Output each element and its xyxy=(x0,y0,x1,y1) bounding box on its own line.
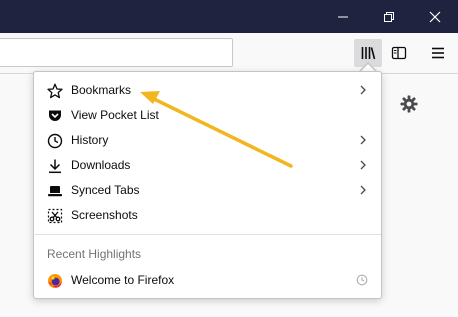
sidebar-icon xyxy=(391,46,407,60)
title-bar xyxy=(0,0,458,33)
menu-item-label: Welcome to Firefox xyxy=(71,273,175,287)
menu-item-label: Screenshots xyxy=(71,208,138,222)
hamburger-menu-icon xyxy=(432,47,444,59)
menu-item-screenshots[interactable]: Screenshots xyxy=(35,203,381,228)
close-icon xyxy=(429,11,441,22)
menu-item-bookmarks[interactable]: Bookmarks xyxy=(35,78,381,103)
library-panel: Bookmarks View Pocket List History Downl… xyxy=(33,71,382,299)
url-bar[interactable] xyxy=(0,38,233,67)
scissors-icon xyxy=(46,207,63,224)
clock-icon xyxy=(46,132,63,149)
recent-highlights-header: Recent Highlights xyxy=(47,247,142,261)
clock-icon xyxy=(356,274,368,286)
menu-item-downloads[interactable]: Downloads xyxy=(35,153,381,178)
synced-tabs-icon xyxy=(46,182,63,199)
chevron-right-icon xyxy=(360,160,366,170)
pocket-icon xyxy=(46,107,63,124)
navigation-toolbar xyxy=(0,33,458,74)
star-icon xyxy=(46,82,63,99)
menu-item-label: History xyxy=(71,133,109,147)
menu-item-label: Bookmarks xyxy=(71,83,132,97)
restore-icon xyxy=(384,11,394,22)
minimize-icon xyxy=(338,16,348,17)
menu-item-label: Downloads xyxy=(71,158,131,172)
chevron-right-icon xyxy=(360,185,366,195)
menu-item-label: View Pocket List xyxy=(71,108,159,122)
open-menu-button[interactable] xyxy=(424,39,452,67)
chevron-right-icon xyxy=(360,85,366,95)
menu-item-history[interactable]: History xyxy=(35,128,381,153)
library-icon xyxy=(361,47,376,60)
firefox-logo-icon xyxy=(46,272,63,289)
chevron-right-icon xyxy=(360,135,366,145)
menu-separator xyxy=(35,234,381,235)
gear-icon[interactable] xyxy=(399,94,419,114)
recent-highlight-item[interactable]: Welcome to Firefox xyxy=(35,268,381,293)
menu-item-synced-tabs[interactable]: Synced Tabs xyxy=(35,178,381,203)
menu-item-pocket[interactable]: View Pocket List xyxy=(35,103,381,128)
minimize-button[interactable] xyxy=(320,0,366,33)
menu-item-label: Synced Tabs xyxy=(71,183,140,197)
sidebar-button[interactable] xyxy=(385,39,413,67)
restore-button[interactable] xyxy=(366,0,412,33)
close-window-button[interactable] xyxy=(412,0,458,33)
download-arrow-icon xyxy=(46,157,63,174)
